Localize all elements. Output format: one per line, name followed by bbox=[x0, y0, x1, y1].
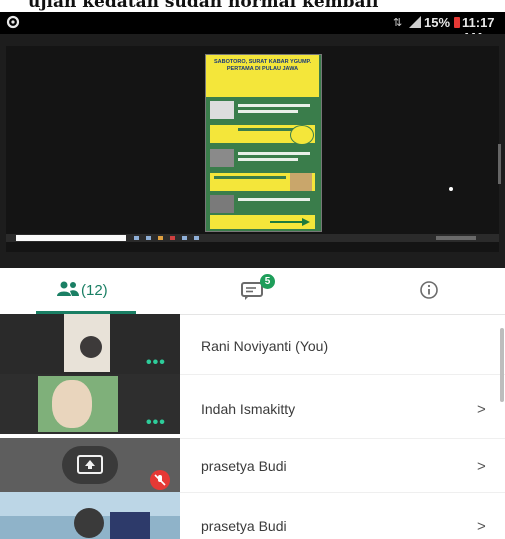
desktop-taskbar bbox=[6, 234, 499, 242]
slide-thumbnail bbox=[290, 173, 312, 191]
slide-text-line bbox=[238, 152, 310, 155]
participant-video-tile: ••• bbox=[0, 374, 180, 434]
present-screen-icon bbox=[77, 455, 103, 474]
taskbar-icon bbox=[170, 236, 175, 240]
participant-head bbox=[80, 336, 102, 358]
signal-icon bbox=[409, 16, 421, 28]
slide-text-line bbox=[238, 158, 298, 161]
taskbar-icon bbox=[146, 236, 151, 240]
video-scroll-hint bbox=[498, 144, 501, 184]
participant-name: Rani Noviyanti (You) bbox=[201, 338, 329, 354]
participant-face bbox=[52, 380, 92, 428]
chat-badge: 5 bbox=[260, 274, 275, 289]
slide-thumbnail bbox=[210, 195, 234, 213]
participant-video-tile bbox=[0, 438, 180, 492]
slide-title: SABOTORO, SURAT KABAR YGUMP. PERTAMA DI … bbox=[206, 55, 319, 97]
slide-row bbox=[210, 195, 315, 213]
taskbar-icon bbox=[182, 236, 187, 240]
participant-list: ••• Rani Noviyanti (You) ••• Indah Ismak… bbox=[0, 314, 505, 539]
status-bar: ⇅ 15% 11:17 AM bbox=[0, 12, 505, 45]
slide-row bbox=[210, 101, 315, 119]
slide-row bbox=[210, 125, 315, 145]
wifi-icon: ⇅ bbox=[393, 17, 403, 29]
info-icon bbox=[420, 281, 438, 299]
speaking-indicator: ••• bbox=[146, 414, 166, 431]
slide-text-line bbox=[238, 110, 298, 113]
taskbar-search bbox=[16, 235, 126, 241]
battery-icon bbox=[454, 17, 460, 28]
speaking-indicator: ••• bbox=[146, 354, 166, 371]
participant-video-tile bbox=[0, 492, 180, 539]
people-count: (12) bbox=[81, 282, 108, 299]
arrow-icon bbox=[270, 218, 310, 226]
battery-percent: 15% bbox=[424, 15, 451, 30]
location-icon bbox=[6, 15, 20, 29]
shared-screen-video[interactable]: SABOTORO, SURAT KABAR YGUMP. PERTAMA DI … bbox=[0, 34, 505, 268]
taskbar-tray bbox=[436, 236, 476, 240]
participant-row[interactable]: ••• Rani Noviyanti (You) bbox=[0, 314, 505, 374]
slide-text-line bbox=[238, 104, 310, 107]
shared-desktop: SABOTORO, SURAT KABAR YGUMP. PERTAMA DI … bbox=[6, 46, 499, 252]
participant-name: prasetya Budi bbox=[201, 458, 287, 474]
slide-row bbox=[210, 173, 315, 191]
slide-text-line bbox=[214, 176, 286, 179]
participant-body bbox=[110, 512, 150, 539]
caption-text: ujian kedatan sudah normal kembali bbox=[28, 0, 379, 12]
slide-thumbnail bbox=[210, 149, 234, 167]
mic-muted-icon bbox=[150, 470, 170, 490]
taskbar-icon bbox=[134, 236, 139, 240]
taskbar-icon bbox=[194, 236, 199, 240]
chevron-right-icon[interactable]: > bbox=[477, 458, 486, 475]
taskbar-icon bbox=[158, 236, 163, 240]
participant-row[interactable]: prasetya Budi > bbox=[0, 438, 505, 492]
tab-info[interactable] bbox=[336, 268, 505, 314]
slide-thumbnail bbox=[210, 101, 234, 119]
meeting-tabs: (12) 5 bbox=[0, 268, 505, 315]
chevron-right-icon[interactable]: > bbox=[477, 401, 486, 418]
participant-row[interactable]: ••• Indah Ismakitty > bbox=[0, 374, 505, 434]
tab-people[interactable]: (12) bbox=[0, 268, 168, 314]
chevron-right-icon[interactable]: > bbox=[477, 518, 486, 535]
participant-head bbox=[74, 508, 104, 538]
participant-video-tile: ••• bbox=[0, 314, 180, 374]
tab-chat[interactable]: 5 bbox=[168, 268, 336, 314]
slide-text-line bbox=[238, 198, 310, 201]
people-icon bbox=[57, 281, 79, 296]
participant-row[interactable]: prasetya Budi > bbox=[0, 492, 505, 539]
list-scrollbar[interactable] bbox=[500, 328, 504, 402]
slide-row bbox=[210, 149, 315, 167]
presentation-slide: SABOTORO, SURAT KABAR YGUMP. PERTAMA DI … bbox=[205, 54, 322, 232]
slide-emblem bbox=[290, 125, 314, 145]
slide-row bbox=[210, 215, 315, 229]
participant-name: Indah Ismakitty bbox=[201, 401, 296, 417]
cursor-dot bbox=[449, 187, 453, 191]
participant-name: prasetya Budi bbox=[201, 518, 287, 534]
